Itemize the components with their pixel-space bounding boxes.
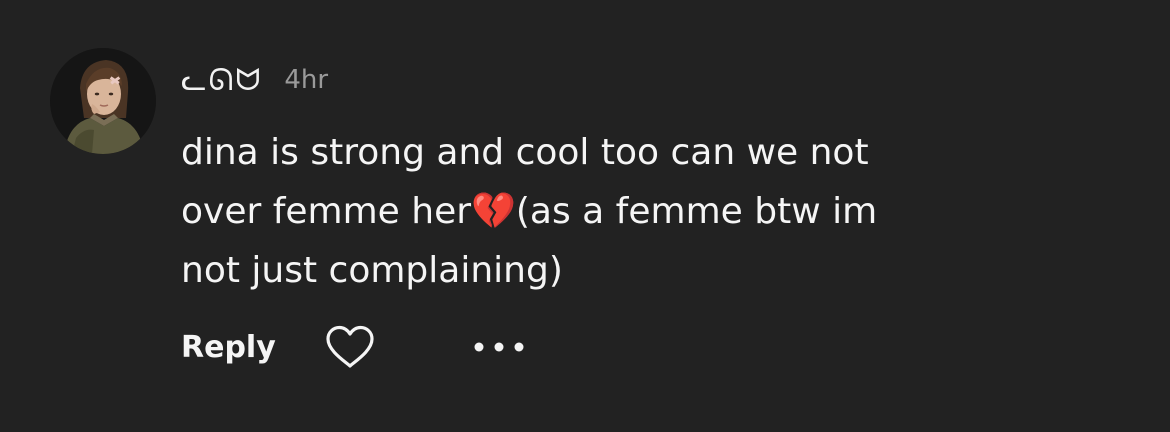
- more-dots-icon[interactable]: [472, 340, 526, 354]
- comment-meta: ᓚᘏᗢ 4hr: [181, 60, 328, 100]
- avatar-portrait-image: [50, 48, 156, 154]
- comment-actions: Reply: [181, 322, 526, 372]
- avatar[interactable]: [50, 48, 156, 154]
- reply-button[interactable]: Reply: [181, 330, 276, 365]
- username[interactable]: ᓚᘏᗢ: [181, 63, 262, 98]
- timestamp: 4hr: [284, 65, 329, 95]
- comment-card: ᓚᘏᗢ 4hr dina is strong and cool too can …: [0, 0, 1170, 432]
- heart-outline-icon[interactable]: [324, 324, 376, 370]
- comment-text: dina is strong and cool too can we not o…: [181, 132, 878, 291]
